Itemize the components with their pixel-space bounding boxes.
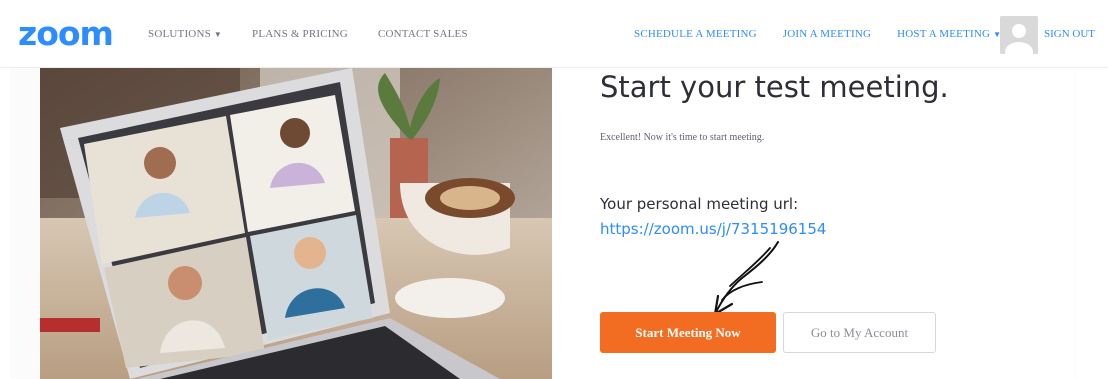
nav-host-meeting[interactable]: HOST A MEETING ▼ [897, 28, 1001, 40]
meeting-url-label: Your personal meeting url: [600, 195, 799, 213]
nav-plans-pricing[interactable]: PLANS & PRICING [252, 28, 348, 40]
nav-left: SOLUTIONS ▼ PLANS & PRICING CONTACT SALES [148, 28, 498, 40]
nav-join-meeting[interactable]: JOIN A MEETING [783, 28, 871, 40]
handdrawn-arrow-icon [713, 241, 779, 316]
chevron-down-icon: ▼ [213, 30, 223, 39]
page-title: Start your test meeting. [600, 70, 949, 104]
nav-solutions[interactable]: SOLUTIONS ▼ [148, 28, 222, 40]
nav-schedule-meeting[interactable]: SCHEDULE A MEETING [634, 28, 757, 40]
page-subtitle: Excellent! Now it's time to start meetin… [600, 132, 765, 143]
nav-contact-sales[interactable]: CONTACT SALES [378, 28, 468, 40]
go-to-account-button[interactable]: Go to My Account [783, 312, 936, 353]
nav-right: SCHEDULE A MEETING JOIN A MEETING HOST A… [634, 28, 1027, 40]
meeting-url-link[interactable]: https://zoom.us/j/7315196154 [600, 220, 826, 238]
top-nav-bar: zoom SOLUTIONS ▼ PLANS & PRICING CONTACT … [0, 0, 1108, 68]
user-avatar-icon[interactable] [1000, 16, 1038, 54]
start-meeting-button[interactable]: Start Meeting Now [600, 312, 776, 353]
zoom-logo[interactable]: zoom [18, 17, 114, 51]
sign-out-link[interactable]: SIGN OUT [1044, 28, 1095, 40]
laptop-video-call-photo [40, 68, 552, 379]
